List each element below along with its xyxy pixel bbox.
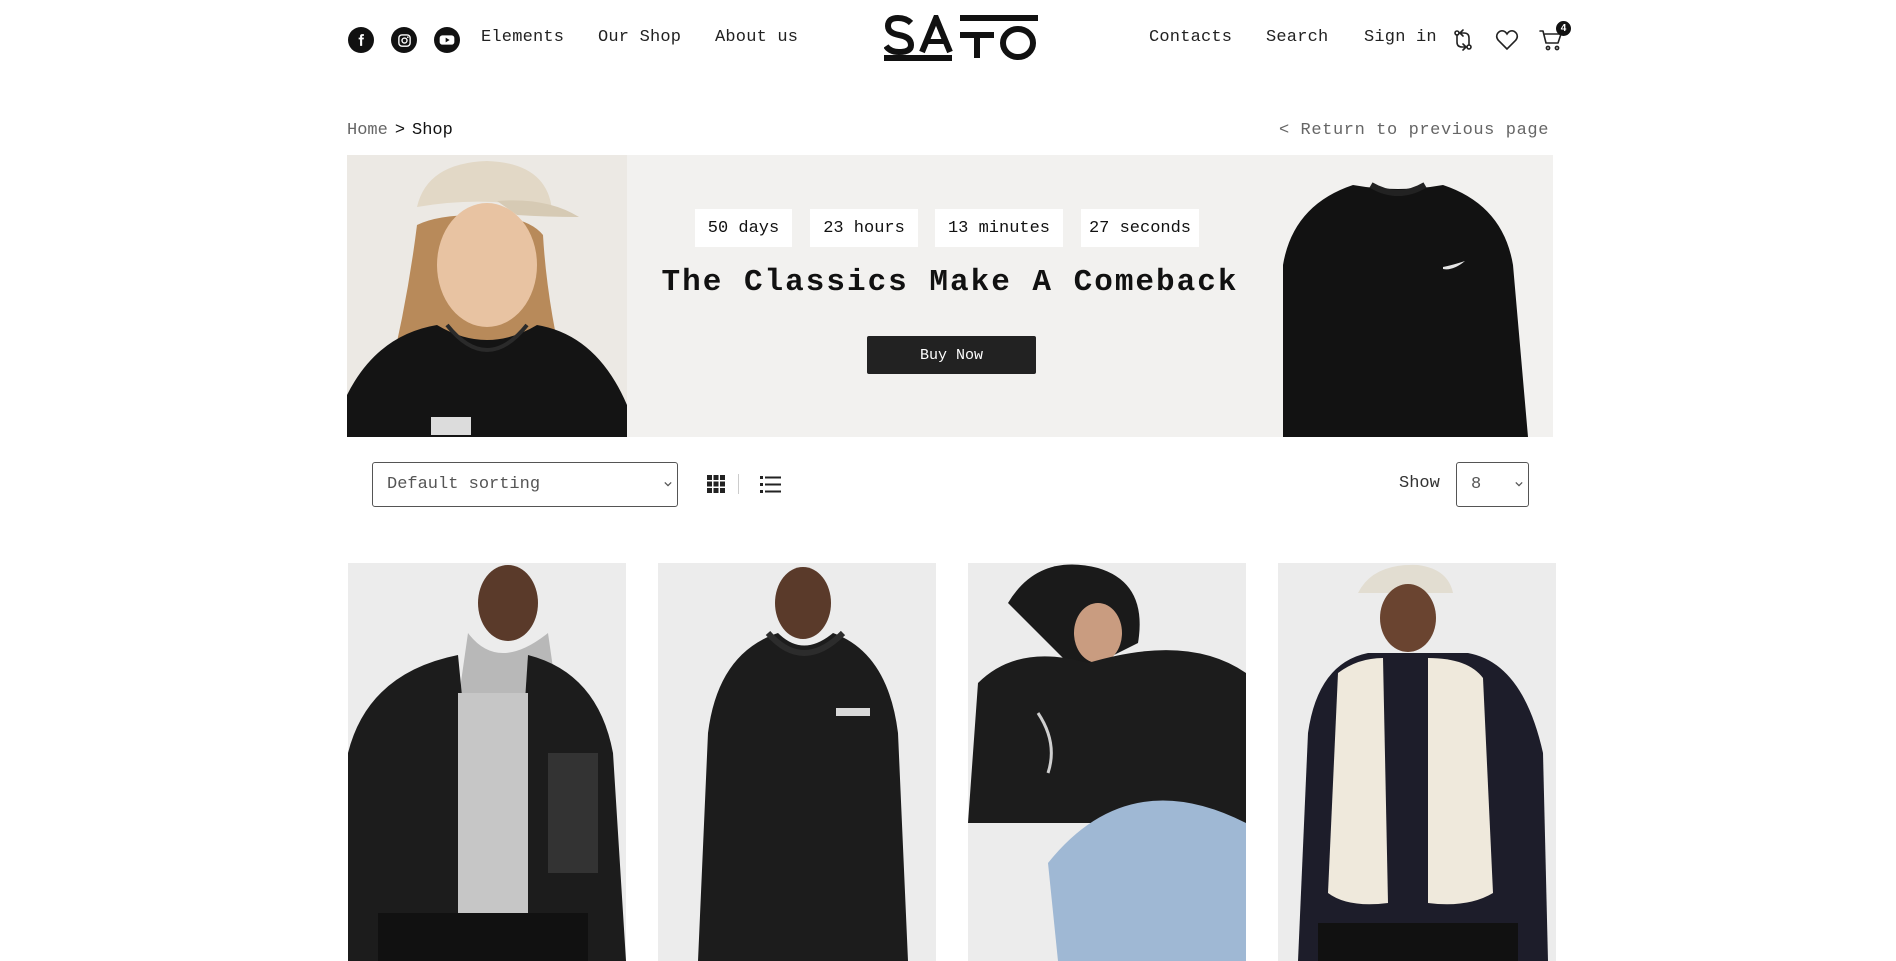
- countdown-hours: 23 hours: [810, 209, 918, 247]
- product-image-fleece-jacket: [348, 563, 626, 961]
- site-logo[interactable]: [883, 10, 1038, 61]
- view-divider: [738, 474, 739, 494]
- return-previous-link[interactable]: < Return to previous page: [1279, 121, 1549, 140]
- buy-now-button[interactable]: Buy Now: [867, 336, 1036, 374]
- countdown-days: 50 days: [695, 209, 792, 247]
- cart-icon[interactable]: 4: [1537, 21, 1571, 54]
- banner-model-image: [347, 155, 627, 437]
- product-image-black-hoodie: [658, 563, 936, 961]
- site-header: Elements Our Shop About us Contacts Sear…: [0, 0, 1896, 80]
- breadcrumb: Home > Shop: [347, 121, 453, 140]
- instagram-icon[interactable]: [391, 27, 417, 53]
- sorting-select-value: Default sorting: [387, 475, 541, 494]
- banner-sweatshirt-image: [1243, 155, 1553, 437]
- breadcrumb-current: Shop: [412, 121, 453, 140]
- grid-view-icon[interactable]: [704, 472, 728, 496]
- breadcrumb-separator: >: [394, 121, 406, 140]
- list-view-icon[interactable]: [758, 472, 782, 496]
- sorting-select[interactable]: Default sorting: [372, 462, 678, 507]
- breadcrumb-home[interactable]: Home: [347, 121, 388, 140]
- product-card-2[interactable]: [658, 563, 936, 961]
- banner-title: The Classics Make A Comeback: [661, 265, 1239, 300]
- product-image-graphic-hoodie: [968, 563, 1246, 961]
- product-image-fleece-vest: [1278, 563, 1556, 961]
- nav-sign-in[interactable]: Sign in: [1364, 28, 1437, 47]
- per-page-select[interactable]: 8: [1456, 462, 1529, 507]
- countdown-minutes: 13 minutes: [935, 209, 1063, 247]
- compare-icon[interactable]: [1449, 26, 1477, 54]
- nav-contacts[interactable]: Contacts: [1149, 28, 1232, 47]
- chevron-down-icon: [1515, 481, 1523, 487]
- chevron-down-icon: [664, 481, 672, 487]
- countdown-seconds: 27 seconds: [1081, 209, 1199, 247]
- nav-about-us[interactable]: About us: [715, 28, 798, 47]
- facebook-icon[interactable]: [348, 27, 374, 53]
- youtube-icon[interactable]: [434, 27, 460, 53]
- promo-banner: 50 days 23 hours 13 minutes 27 seconds T…: [347, 155, 1553, 437]
- nav-elements[interactable]: Elements: [481, 28, 564, 47]
- product-card-3[interactable]: [968, 563, 1246, 961]
- heart-icon[interactable]: [1493, 26, 1521, 54]
- per-page-value: 8: [1471, 475, 1482, 494]
- nav-search[interactable]: Search: [1266, 28, 1328, 47]
- product-card-4[interactable]: [1278, 563, 1556, 961]
- cart-count-badge: 4: [1556, 21, 1571, 36]
- nav-our-shop[interactable]: Our Shop: [598, 28, 681, 47]
- product-card-1[interactable]: [348, 563, 626, 961]
- show-label: Show: [1399, 474, 1440, 493]
